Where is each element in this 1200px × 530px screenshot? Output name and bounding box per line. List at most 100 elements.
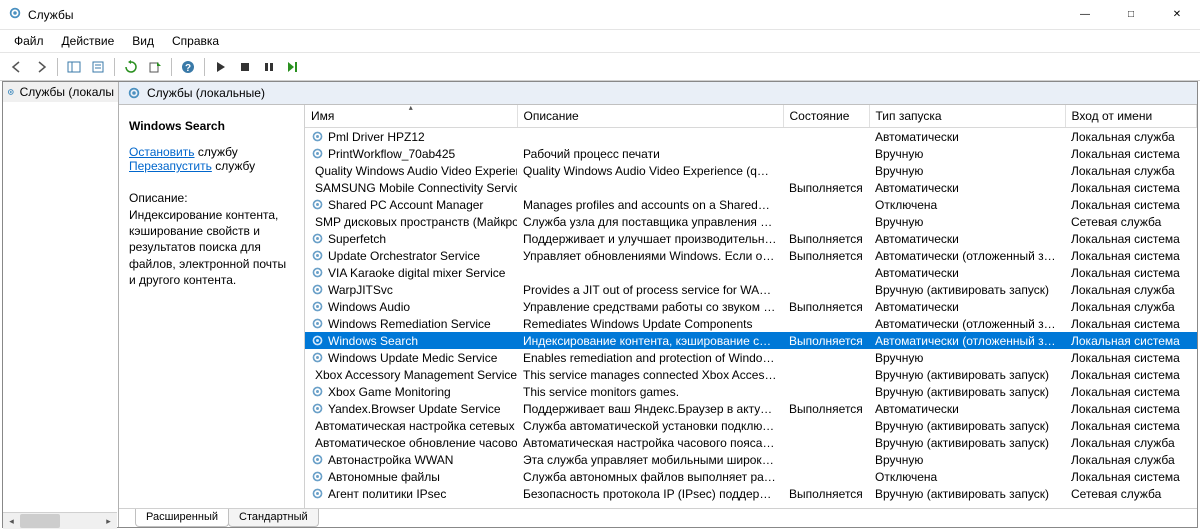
main-header: Службы (локальные) [119, 82, 1197, 105]
service-logon: Локальная служба [1065, 434, 1197, 451]
service-startup: Вручную [869, 145, 1065, 162]
service-startup: Вручную (активировать запуск) [869, 366, 1065, 383]
properties-button[interactable] [87, 56, 109, 78]
service-startup: Автоматически [869, 298, 1065, 315]
service-icon [311, 487, 324, 500]
col-header-state[interactable]: Состояние [783, 105, 869, 128]
service-icon [311, 470, 324, 483]
service-startup: Вручную (активировать запуск) [869, 281, 1065, 298]
service-startup: Автоматически [869, 179, 1065, 196]
table-row[interactable]: Yandex.Browser Update ServiceПоддерживае… [305, 400, 1197, 417]
stop-service-link[interactable]: Остановить [129, 145, 195, 159]
menu-view[interactable]: Вид [124, 32, 162, 50]
service-state [783, 383, 869, 400]
col-header-description[interactable]: Описание [517, 105, 783, 128]
table-row[interactable]: PrintWorkflow_70ab425Рабочий процесс печ… [305, 145, 1197, 162]
table-row[interactable]: Агент политики IPsecБезопасность протоко… [305, 485, 1197, 502]
table-row[interactable]: SAMSUNG Mobile Connectivity ServiceВыпол… [305, 179, 1197, 196]
service-logon: Локальная служба [1065, 128, 1197, 145]
export-button[interactable] [144, 56, 166, 78]
table-row[interactable]: Автоматическая настройка сетевых ...Служ… [305, 417, 1197, 434]
service-description: Эта служба управляет мобильными широкопо… [517, 451, 783, 468]
menu-help[interactable]: Справка [164, 32, 227, 50]
service-state [783, 468, 869, 485]
service-state: Выполняется [783, 485, 869, 502]
show-hide-tree-button[interactable] [63, 56, 85, 78]
service-icon [311, 300, 324, 313]
tree-root-services[interactable]: Службы (локалы [3, 82, 118, 102]
table-row[interactable]: Автономные файлыСлужба автономных файлов… [305, 468, 1197, 485]
tree-scroll-right[interactable]: ▸ [100, 513, 117, 527]
service-description: Служба автоматической установки подключе… [517, 417, 783, 434]
table-row[interactable]: Xbox Game MonitoringThis service monitor… [305, 383, 1197, 400]
restart-suffix: службу [212, 159, 255, 173]
start-service-button[interactable] [210, 56, 232, 78]
service-state [783, 417, 869, 434]
service-description: Индексирование контента, кэширование сво… [517, 332, 783, 349]
service-startup: Вручную (активировать запуск) [869, 417, 1065, 434]
service-description [517, 128, 783, 145]
help-button[interactable]: ? [177, 56, 199, 78]
service-description [517, 264, 783, 281]
service-name: Автонастройка WWAN [328, 453, 453, 467]
col-header-logon[interactable]: Вход от имени [1065, 105, 1197, 128]
menubar: Файл Действие Вид Справка [0, 30, 1200, 53]
service-name: Windows Remediation Service [328, 317, 491, 331]
service-logon: Сетевая служба [1065, 485, 1197, 502]
table-row[interactable]: Windows Remediation ServiceRemediates Wi… [305, 315, 1197, 332]
pause-service-button[interactable] [258, 56, 280, 78]
table-row[interactable]: Windows AudioУправление средствами работ… [305, 298, 1197, 315]
table-row[interactable]: Автоматическое обновление часово...Автом… [305, 434, 1197, 451]
col-header-name[interactable]: Имя▴ [305, 105, 517, 128]
service-logon: Локальная служба [1065, 162, 1197, 179]
back-button[interactable] [6, 56, 28, 78]
table-row[interactable]: Xbox Accessory Management ServiceThis se… [305, 366, 1197, 383]
forward-button[interactable] [30, 56, 52, 78]
detail-service-name: Windows Search [129, 119, 294, 133]
service-icon [311, 232, 324, 245]
refresh-button[interactable] [120, 56, 142, 78]
table-row[interactable]: Shared PC Account ManagerManages profile… [305, 196, 1197, 213]
service-logon: Локальная служба [1065, 298, 1197, 315]
col-header-startup[interactable]: Тип запуска [869, 105, 1065, 128]
service-startup: Автоматически [869, 128, 1065, 145]
maximize-button[interactable]: □ [1108, 0, 1154, 30]
service-description: This service monitors games. [517, 383, 783, 400]
menu-action[interactable]: Действие [54, 32, 123, 50]
service-startup: Вручную (активировать запуск) [869, 383, 1065, 400]
table-row[interactable]: SuperfetchПоддерживает и улучшает произв… [305, 230, 1197, 247]
tab-extended[interactable]: Расширенный [135, 509, 229, 527]
service-icon [311, 351, 324, 364]
table-row[interactable]: Windows SearchИндексирование контента, к… [305, 332, 1197, 349]
table-row[interactable]: Windows Update Medic ServiceEnables reme… [305, 349, 1197, 366]
table-row[interactable]: Pml Driver HPZ12АвтоматическиЛокальная с… [305, 128, 1197, 145]
service-name: Quality Windows Audio Video Experience [315, 164, 517, 178]
minimize-button[interactable]: — [1062, 0, 1108, 30]
table-row[interactable]: Автонастройка WWAN Эта служба управляет м… [305, 451, 1197, 468]
service-logon: Сетевая служба [1065, 213, 1197, 230]
restart-service-link[interactable]: Перезапустить [129, 159, 212, 173]
service-name: PrintWorkflow_70ab425 [328, 147, 455, 161]
tab-standard[interactable]: Стандартный [228, 509, 319, 527]
service-description: Безопасность протокола IP (IPsec) поддер… [517, 485, 783, 502]
tree-scroll-left[interactable]: ◂ [3, 513, 20, 527]
table-row[interactable]: Quality Windows Audio Video ExperienceQu… [305, 162, 1197, 179]
services-icon [127, 86, 141, 100]
table-row[interactable]: VIA Karaoke digital mixer ServiceАвтомат… [305, 264, 1197, 281]
table-row[interactable]: Update Orchestrator ServiceУправляет обн… [305, 247, 1197, 264]
service-icon [311, 249, 324, 262]
menu-file[interactable]: Файл [6, 32, 52, 50]
table-row[interactable]: WarpJITSvcProvides a JIT out of process … [305, 281, 1197, 298]
tree-scroll-thumb[interactable] [20, 514, 60, 527]
table-row[interactable]: SMP дисковых пространств (Майкрос...Служ… [305, 213, 1197, 230]
service-startup: Вручную [869, 213, 1065, 230]
service-state: Выполняется [783, 400, 869, 417]
restart-service-button[interactable] [282, 56, 304, 78]
service-icon [311, 334, 324, 347]
service-state: Выполняется [783, 247, 869, 264]
service-startup: Автоматически (отложенный запуск) [869, 247, 1065, 264]
close-button[interactable]: ✕ [1154, 0, 1200, 30]
service-logon: Локальная служба [1065, 281, 1197, 298]
stop-service-button[interactable] [234, 56, 256, 78]
service-description: Служба автономных файлов выполняет работ… [517, 468, 783, 485]
